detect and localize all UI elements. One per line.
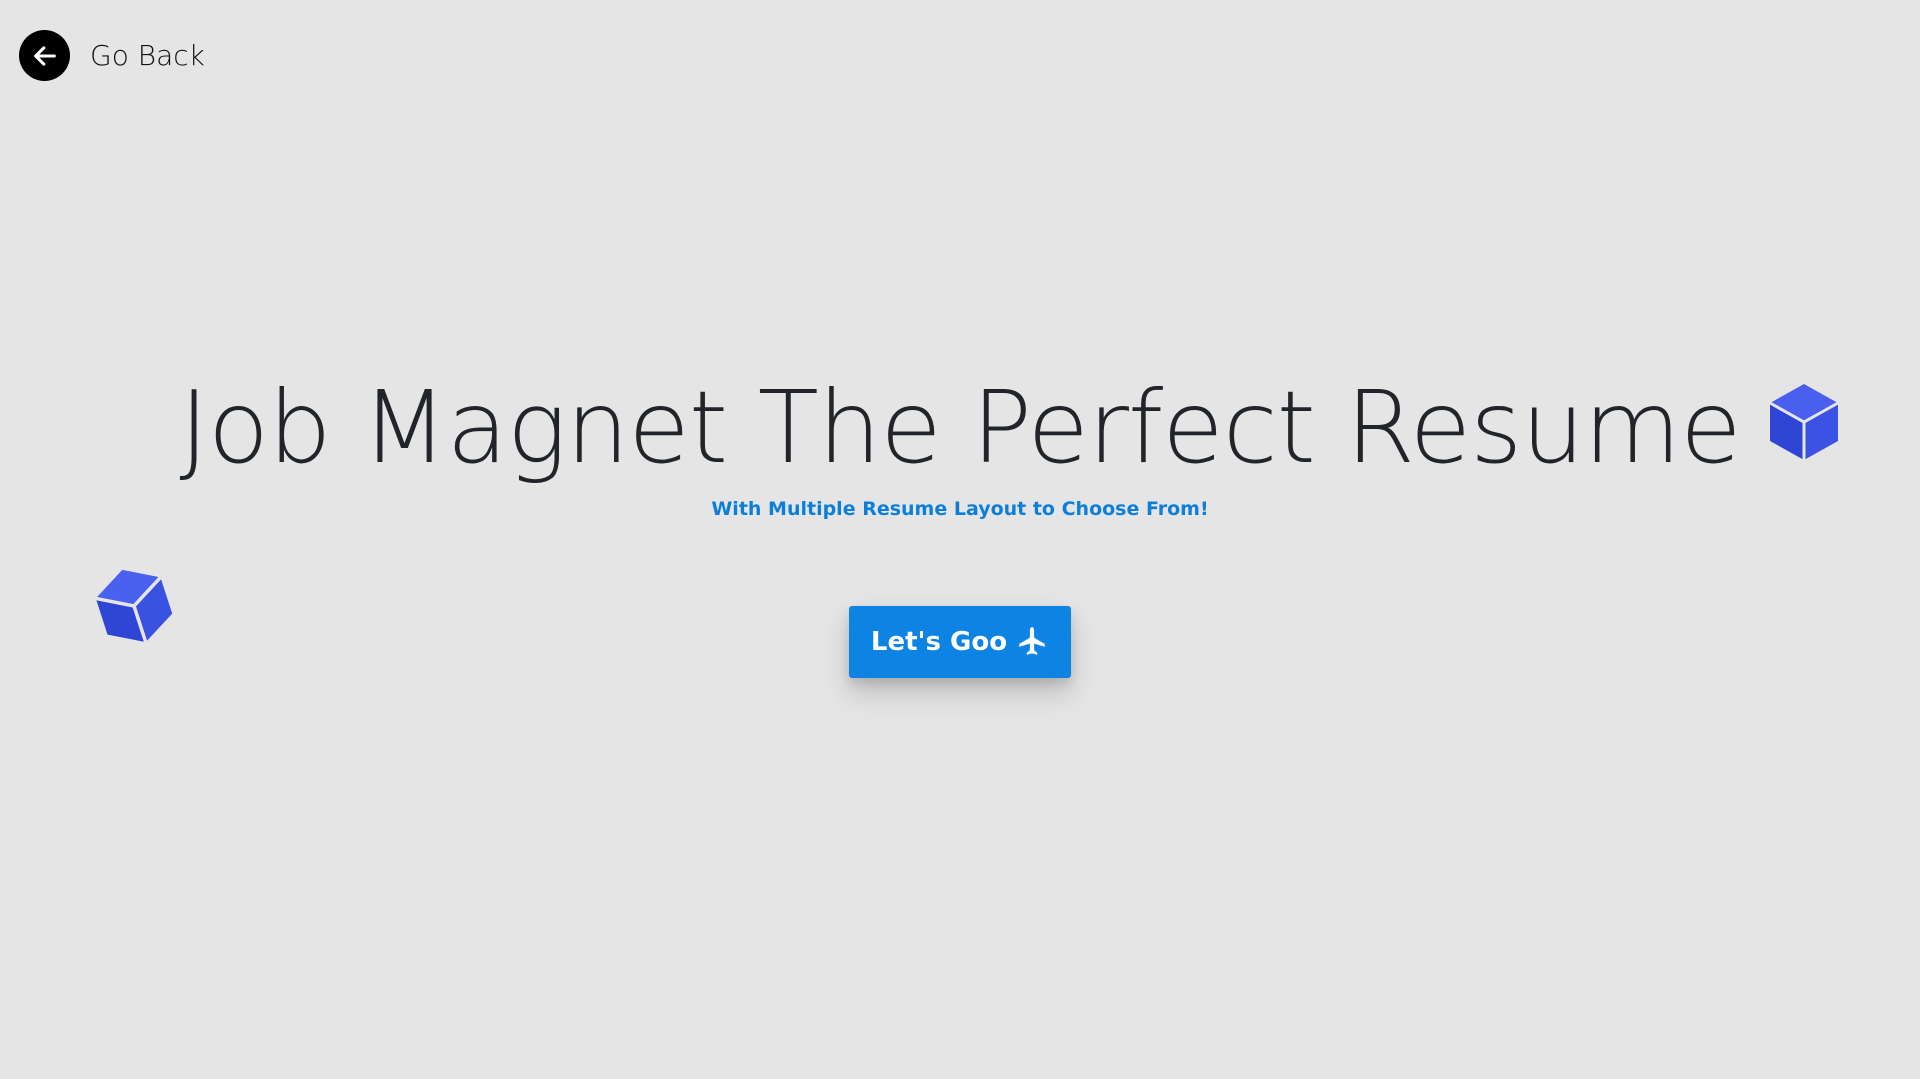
cube-icon xyxy=(95,569,173,643)
back-button-circle[interactable] xyxy=(19,30,70,81)
hero-subtitle: With Multiple Resume Layout to Choose Fr… xyxy=(711,498,1209,520)
lets-goo-button[interactable]: Let's Goo xyxy=(849,606,1071,678)
airplane-icon xyxy=(1019,627,1045,655)
arrow-left-icon xyxy=(33,45,56,66)
landing-page: Go Back Job Magnet The Perfect Resume Wi… xyxy=(0,0,1920,1079)
cube-icon xyxy=(1769,384,1839,460)
cta-label[interactable]: Let's Goo xyxy=(871,627,1007,657)
hero-title: Job Magnet The Perfect Resume xyxy=(179,369,1741,486)
go-back-button[interactable]: Go Back xyxy=(19,30,205,81)
go-back-label[interactable]: Go Back xyxy=(90,39,205,72)
